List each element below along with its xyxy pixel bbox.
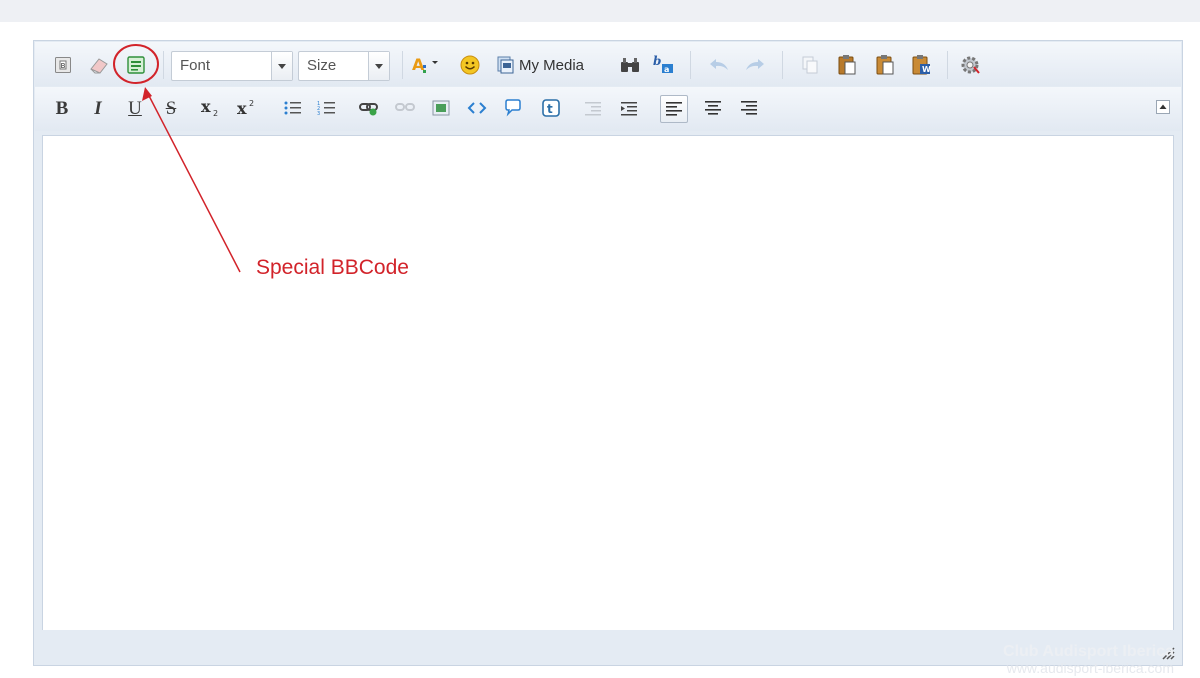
watermark-url: www.audisport-iberica.com: [1006, 660, 1174, 676]
annotation-label: Special BBCode: [256, 256, 409, 279]
annotation-overlay: [113, 44, 241, 273]
watermark-title: Club Audisport Iberica: [1003, 643, 1174, 660]
annotation-circle: [113, 44, 159, 84]
watermark: Club Audisport Iberica www.audisport-ibe…: [1003, 643, 1174, 677]
annotation-arrow: [145, 89, 241, 273]
